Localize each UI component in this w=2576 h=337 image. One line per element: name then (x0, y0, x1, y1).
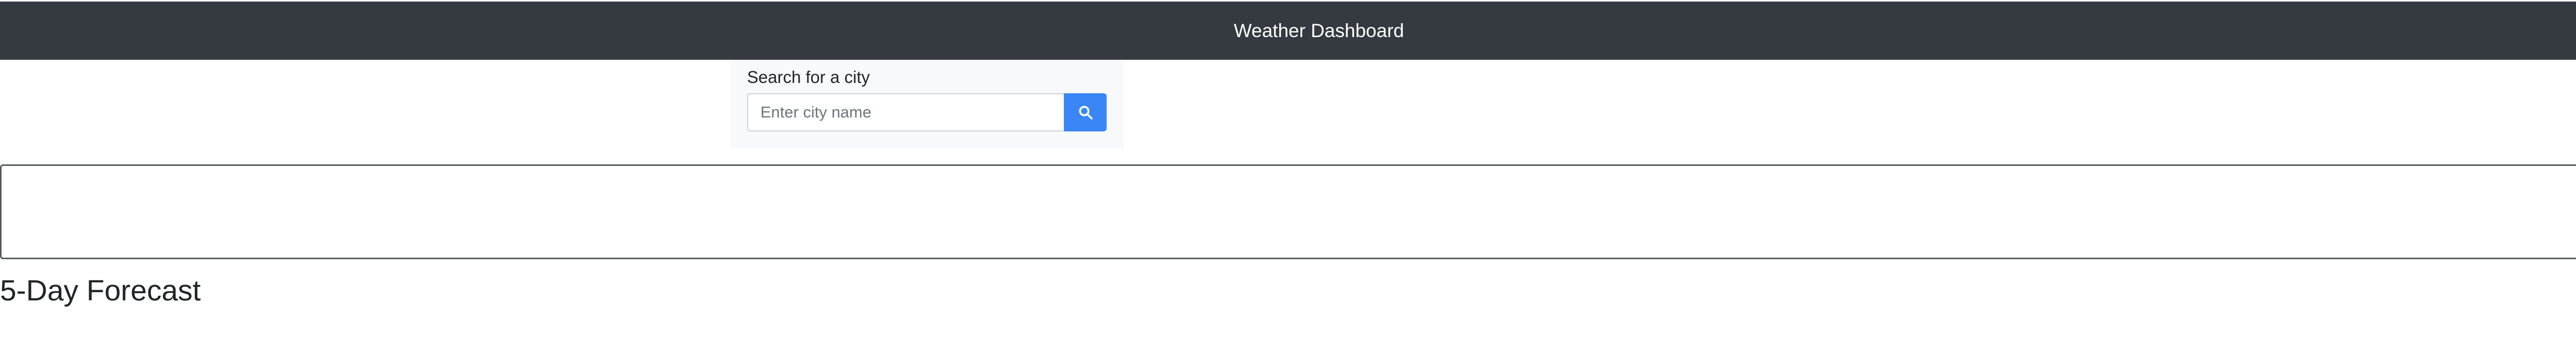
current-weather-card (0, 164, 2576, 259)
search-input-group (747, 93, 1107, 131)
city-search-panel: Search for a city (731, 60, 1124, 148)
search-label: Search for a city (747, 68, 870, 87)
forecast-heading: 5-Day Forecast (0, 274, 201, 307)
weather-dashboard-page: Weather Dashboard Search for a city 5-Da… (0, 0, 2576, 337)
top-header-bar: Weather Dashboard (0, 2, 2576, 60)
page-title: Weather Dashboard (1233, 20, 1404, 41)
city-search-input[interactable] (747, 93, 1064, 131)
search-button[interactable] (1064, 93, 1107, 131)
search-icon (1078, 105, 1093, 120)
